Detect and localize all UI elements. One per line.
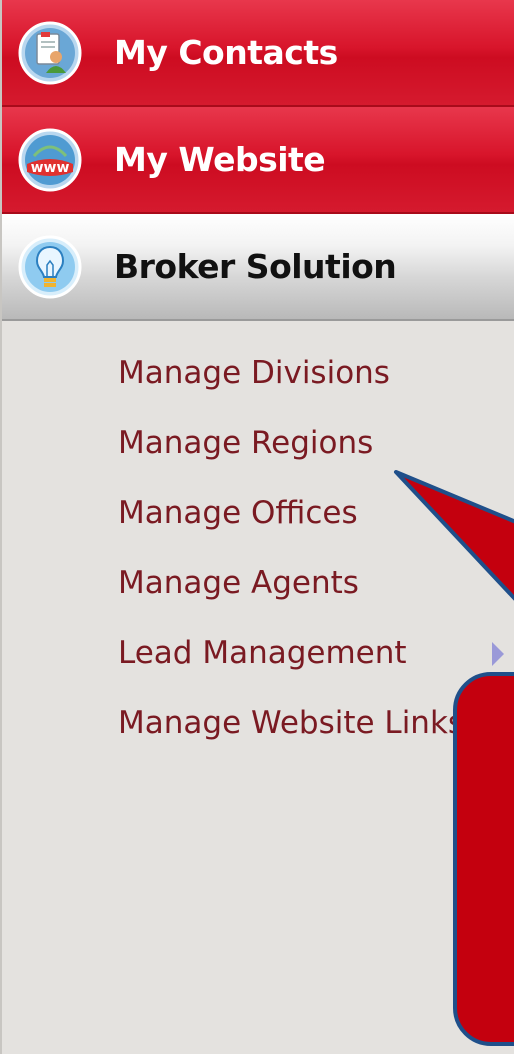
header-label: Broker Solution [114, 247, 397, 286]
menu-item-manage-regions[interactable]: Manage Regions [118, 408, 514, 478]
broker-solution-menu: Manage Divisions Manage Regions Manage O… [118, 338, 514, 758]
contacts-icon [18, 21, 82, 84]
www-globe-icon: www [18, 128, 82, 191]
broker-solution-header[interactable]: Broker Solution [2, 214, 514, 321]
lightbulb-icon [18, 235, 82, 298]
submenu-arrow-icon [492, 642, 504, 666]
menu-item-lead-management[interactable]: Lead Management [118, 618, 514, 688]
header-label: My Website [114, 140, 326, 179]
header-label: My Contacts [114, 33, 338, 72]
menu-item-manage-agents[interactable]: Manage Agents [118, 548, 514, 618]
my-website-header[interactable]: www My Website [2, 107, 514, 214]
navigation-sidebar: My Contacts www My Website Broker Soluti… [0, 0, 514, 1054]
callout-box [453, 672, 514, 1046]
menu-item-manage-divisions[interactable]: Manage Divisions [118, 338, 514, 408]
svg-text:www: www [31, 160, 70, 176]
my-contacts-header[interactable]: My Contacts [2, 0, 514, 107]
menu-item-manage-offices[interactable]: Manage Offices [118, 478, 514, 548]
menu-item-label: Lead Management [118, 635, 407, 671]
